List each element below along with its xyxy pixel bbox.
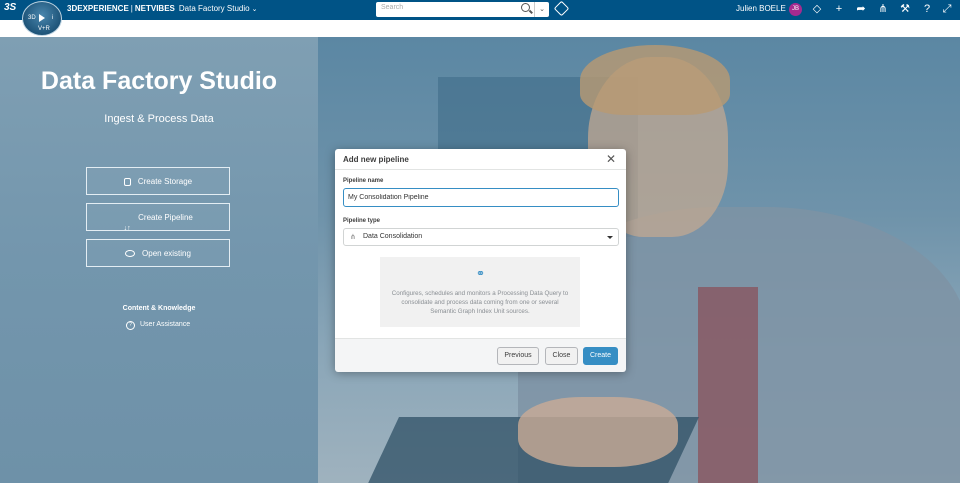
brand-company: NETVIBES	[134, 4, 175, 13]
compass-vr-label: V+R	[38, 26, 50, 32]
caret-down-icon	[607, 236, 613, 239]
ds-logo-icon: 3S	[4, 2, 17, 13]
avatar[interactable]: JB	[789, 3, 802, 16]
compass-3d-label: 3D	[28, 15, 36, 21]
pipeline-type-select[interactable]: ⋔ Data Consolidation	[343, 228, 619, 246]
share-arrow-icon[interactable]: ➦	[854, 2, 868, 16]
pipeline-type-label: Pipeline type	[343, 218, 381, 224]
close-icon[interactable]: ✕	[606, 152, 616, 166]
page-title: Data Factory Studio	[40, 67, 278, 95]
user-assistance-link[interactable]: ? User Assistance	[126, 321, 190, 330]
tag-icon[interactable]	[553, 0, 570, 17]
chevron-down-icon: ⌄	[251, 6, 258, 13]
dialog-footer: Previous Close Create	[335, 338, 626, 372]
search-bar[interactable]: Search ⌄	[376, 2, 549, 17]
network-share-icon[interactable]: ⋔	[876, 2, 890, 16]
tools-icon[interactable]: ⚒	[898, 2, 912, 16]
add-icon[interactable]: +	[832, 2, 846, 16]
add-pipeline-dialog: Add new pipeline ✕ Pipeline name Pipelin…	[335, 149, 626, 372]
hands-shape	[518, 397, 678, 467]
help-circle-icon: ?	[126, 321, 135, 330]
description-text: Configures, schedules and monitors a Pro…	[391, 290, 569, 315]
pipeline-type-icon: ⋔	[350, 234, 356, 241]
previous-button[interactable]: Previous	[497, 347, 539, 365]
pipeline-type-description: ⚭ Configures, schedules and monitors a P…	[380, 257, 580, 327]
pipeline-type-value: Data Consolidation	[363, 233, 423, 240]
feedback-icon[interactable]: ◇	[810, 2, 824, 16]
brand[interactable]: 3DEXPERIENCE | NETVIBES Data Factory Studio…	[67, 4, 257, 13]
close-button[interactable]: Close	[545, 347, 578, 365]
pipeline-name-label: Pipeline name	[343, 178, 384, 184]
top-bar: 3S 3DEXPERIENCE | NETVIBES Data Factory Stu…	[0, 0, 960, 20]
dialog-title: Add new pipeline	[343, 155, 409, 164]
eye-icon	[125, 250, 136, 258]
brand-separator: |	[130, 4, 133, 13]
brand-3dexperience: 3DEXPERIENCE	[67, 4, 129, 13]
user-name[interactable]: Julien BOELE	[736, 4, 786, 13]
app-name: Data Factory Studio	[178, 4, 250, 13]
help-icon[interactable]: ?	[920, 2, 934, 16]
pipeline-name-input[interactable]	[343, 188, 619, 207]
content-knowledge-title: Content & Knowledge	[122, 305, 196, 312]
search-dropdown-icon[interactable]: ⌄	[534, 2, 549, 17]
compass-icon[interactable]: 3D V+R i	[22, 1, 62, 36]
open-existing-button[interactable]: Open existing	[86, 239, 230, 267]
shirt-shape	[698, 287, 758, 483]
database-icon	[123, 177, 131, 186]
search-placeholder: Search	[381, 4, 404, 11]
user-assistance-label: User Assistance	[140, 321, 191, 328]
create-storage-button[interactable]: Create Storage	[86, 167, 230, 195]
consolidation-icon: ⚭	[475, 268, 486, 280]
pipeline-icon	[123, 214, 131, 221]
create-pipeline-button[interactable]: Create Pipeline	[86, 203, 230, 231]
compass-info-label: i	[52, 15, 54, 21]
person-hair-shape	[580, 45, 730, 115]
open-existing-label: Open existing	[142, 249, 191, 258]
search-icon[interactable]	[521, 3, 530, 12]
play-icon	[39, 14, 45, 22]
page-subtitle: Ingest & Process Data	[104, 113, 214, 125]
create-storage-label: Create Storage	[137, 177, 193, 186]
fullscreen-icon[interactable]: ⤢	[940, 2, 954, 16]
left-panel: Data Factory Studio Ingest & Process Dat…	[0, 37, 318, 483]
create-pipeline-label: Create Pipeline	[138, 213, 193, 222]
dialog-header: Add new pipeline ✕	[335, 149, 626, 170]
create-button[interactable]: Create	[583, 347, 618, 365]
